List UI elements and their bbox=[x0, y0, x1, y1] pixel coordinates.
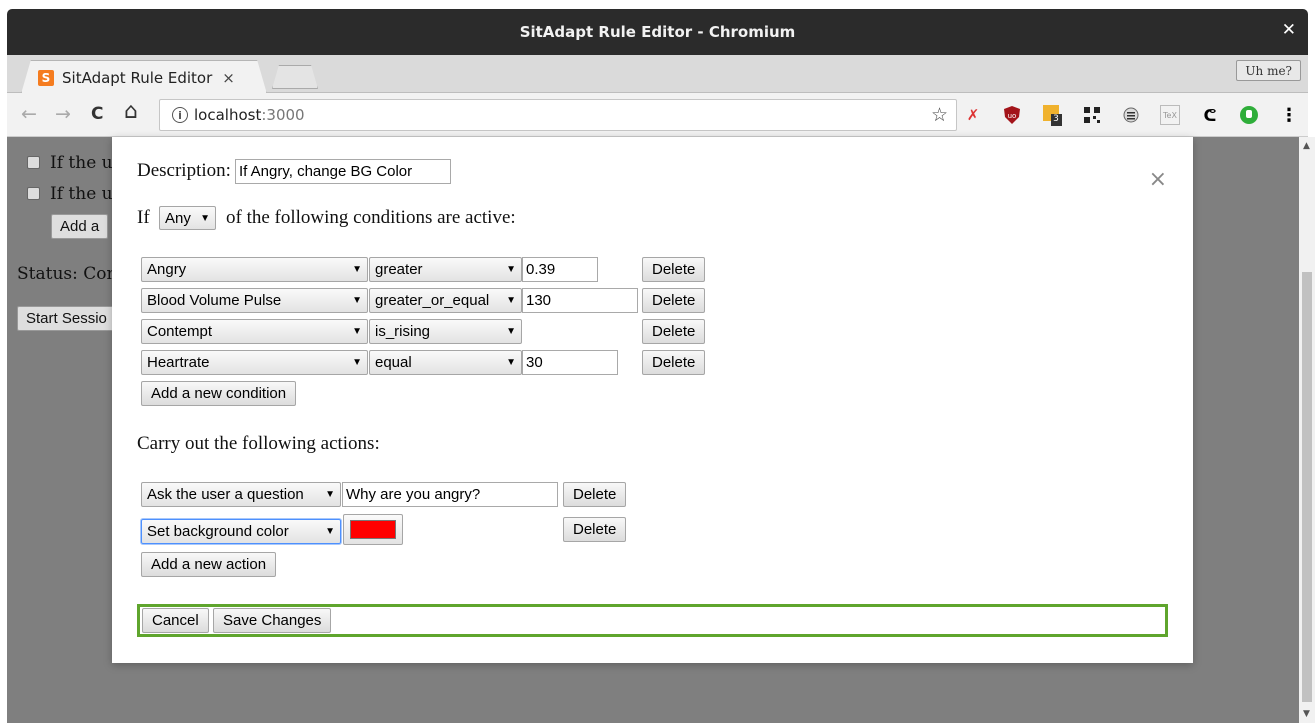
color-swatch bbox=[350, 520, 396, 539]
scroll-thumb[interactable] bbox=[1302, 272, 1312, 702]
condition-operator-select[interactable]: greater ▼ bbox=[369, 257, 522, 282]
action-type-select[interactable]: Set background color ▼ bbox=[141, 519, 341, 544]
condition-operator-select[interactable]: is_rising ▼ bbox=[369, 319, 522, 344]
chevron-down-icon: ▼ bbox=[352, 264, 362, 275]
delete-condition-button[interactable]: Delete bbox=[642, 288, 706, 313]
delete-condition-button[interactable]: Delete bbox=[642, 257, 706, 282]
delete-action-button[interactable]: Delete bbox=[563, 517, 627, 542]
svg-text:uo: uo bbox=[1008, 112, 1017, 120]
delete-condition-button[interactable]: Delete bbox=[642, 319, 706, 344]
delete-condition-button[interactable]: Delete bbox=[642, 350, 706, 375]
bookmark-star-icon[interactable]: ☆ bbox=[931, 104, 948, 126]
favicon-icon: S bbox=[38, 70, 54, 86]
chevron-down-icon: ▼ bbox=[325, 526, 335, 537]
scroll-up-icon[interactable]: ▲ bbox=[1303, 141, 1310, 151]
qr-icon[interactable] bbox=[1082, 105, 1102, 125]
chevron-down-icon: ▼ bbox=[506, 326, 516, 337]
scroll-down-icon[interactable]: ▼ bbox=[1303, 709, 1310, 719]
action-question-input[interactable]: Why are you angry? bbox=[342, 482, 558, 507]
condition-sensor-value: Contempt bbox=[147, 323, 213, 340]
condition-sensor-select[interactable]: Blood Volume Pulse ▼ bbox=[141, 288, 368, 313]
window-title: SitAdapt Rule Editor - Chromium bbox=[519, 23, 796, 41]
address-bar[interactable]: i localhost:3000 ☆ bbox=[159, 99, 957, 131]
red-x-icon[interactable]: ✗ bbox=[963, 105, 983, 125]
home-icon[interactable]: ⌂ bbox=[124, 99, 138, 124]
description-label: Description: bbox=[137, 160, 231, 181]
chevron-down-icon: ▼ bbox=[506, 295, 516, 306]
browser-toolbar: ← → C ⌂ i localhost:3000 ☆ ✗ uo 3 TeX ᕦ … bbox=[7, 93, 1308, 137]
condition-sensor-value: Angry bbox=[147, 261, 187, 278]
actions-heading: Carry out the following actions: bbox=[137, 433, 380, 454]
chevron-down-icon: ▼ bbox=[506, 357, 516, 368]
tab-label: SitAdapt Rule Editor bbox=[62, 68, 213, 87]
url-port: :3000 bbox=[261, 106, 305, 124]
condition-operator-value: equal bbox=[375, 354, 412, 371]
tab-close-icon[interactable]: × bbox=[222, 69, 235, 87]
chevron-down-icon: ▼ bbox=[352, 326, 362, 337]
chevron-down-icon: ▼ bbox=[506, 264, 516, 275]
window-titlebar: SitAdapt Rule Editor - Chromium ✕ bbox=[7, 9, 1308, 55]
paw-icon[interactable]: ᕦ bbox=[1200, 105, 1220, 125]
conditions-text: of the following conditions are active: bbox=[226, 207, 516, 228]
add-action-button[interactable]: Add a new action bbox=[141, 552, 277, 577]
condition-sensor-value: Blood Volume Pulse bbox=[147, 292, 282, 309]
color-picker[interactable] bbox=[343, 514, 403, 545]
condition-operator-select[interactable]: equal ▼ bbox=[369, 350, 522, 375]
condition-sensor-select[interactable]: Heartrate ▼ bbox=[141, 350, 368, 375]
ublock-icon[interactable]: uo bbox=[1002, 105, 1022, 125]
condition-operator-value: greater_or_equal bbox=[375, 292, 490, 309]
rule-text-1: If the us bbox=[50, 153, 122, 173]
green-power-icon[interactable] bbox=[1239, 105, 1259, 125]
action-type-select[interactable]: Ask the user a question ▼ bbox=[141, 482, 341, 507]
condition-operator-value: greater bbox=[375, 261, 423, 278]
condition-operator-select[interactable]: greater_or_equal ▼ bbox=[369, 288, 522, 313]
menu-list-icon[interactable] bbox=[1121, 105, 1141, 125]
chevron-down-icon: ▼ bbox=[352, 295, 362, 306]
reload-icon[interactable]: C bbox=[91, 104, 103, 124]
site-info-icon[interactable]: i bbox=[172, 107, 188, 123]
action-type-value: Set background color bbox=[147, 523, 289, 540]
status-text: Status: Con bbox=[17, 264, 118, 284]
rule-checkbox-2[interactable] bbox=[27, 187, 40, 200]
modal-footer: Cancel Save Changes bbox=[137, 604, 1168, 637]
chevron-down-icon: ▼ bbox=[325, 489, 335, 500]
condition-operator-value: is_rising bbox=[375, 323, 431, 340]
add-rule-button[interactable]: Add a bbox=[51, 214, 109, 239]
extension-badge: 3 bbox=[1053, 114, 1059, 124]
page-scrollbar[interactable]: ▲ ▼ bbox=[1299, 137, 1315, 723]
modal-close-icon[interactable]: × bbox=[1149, 167, 1167, 192]
action-type-value: Ask the user a question bbox=[147, 486, 304, 503]
new-tab-button[interactable] bbox=[272, 65, 318, 89]
tex-icon[interactable]: TeX bbox=[1160, 105, 1180, 125]
condition-value-input[interactable]: 0.39 bbox=[522, 257, 598, 282]
match-mode-value: Any bbox=[165, 209, 191, 227]
condition-sensor-select[interactable]: Angry ▼ bbox=[141, 257, 368, 282]
back-icon[interactable]: ← bbox=[21, 103, 37, 125]
delete-action-button[interactable]: Delete bbox=[563, 482, 627, 507]
forward-icon[interactable]: → bbox=[55, 103, 71, 125]
tab-strip: S SitAdapt Rule Editor × Uh me? bbox=[7, 55, 1308, 93]
profile-button[interactable]: Uh me? bbox=[1236, 60, 1301, 81]
add-condition-button[interactable]: Add a new condition bbox=[141, 381, 297, 406]
save-changes-button[interactable]: Save Changes bbox=[213, 608, 332, 633]
window-close-icon[interactable]: ✕ bbox=[1282, 20, 1296, 40]
chevron-down-icon: ▼ bbox=[352, 357, 362, 368]
url-host: localhost bbox=[194, 106, 262, 124]
chrome-menu-icon[interactable]: ⋮ bbox=[1279, 105, 1299, 126]
condition-sensor-value: Heartrate bbox=[147, 354, 210, 371]
start-session-button[interactable]: Start Sessio bbox=[17, 306, 116, 331]
cancel-button[interactable]: Cancel bbox=[142, 608, 209, 633]
rule-checkbox-1[interactable] bbox=[27, 156, 40, 169]
condition-sensor-select[interactable]: Contempt ▼ bbox=[141, 319, 368, 344]
match-mode-select[interactable]: Any ▼ bbox=[159, 206, 216, 230]
rule-editor-modal: × Description: If Angry, change BG Color… bbox=[112, 137, 1193, 663]
if-label: If bbox=[137, 207, 150, 228]
chevron-down-icon: ▼ bbox=[200, 212, 210, 224]
condition-value-input[interactable]: 30 bbox=[522, 350, 618, 375]
condition-value-input[interactable]: 130 bbox=[522, 288, 638, 313]
rule-text-2: If the us bbox=[50, 184, 122, 204]
tab-sitadapt[interactable]: S SitAdapt Rule Editor × bbox=[21, 60, 267, 94]
description-input[interactable]: If Angry, change BG Color bbox=[235, 159, 451, 184]
